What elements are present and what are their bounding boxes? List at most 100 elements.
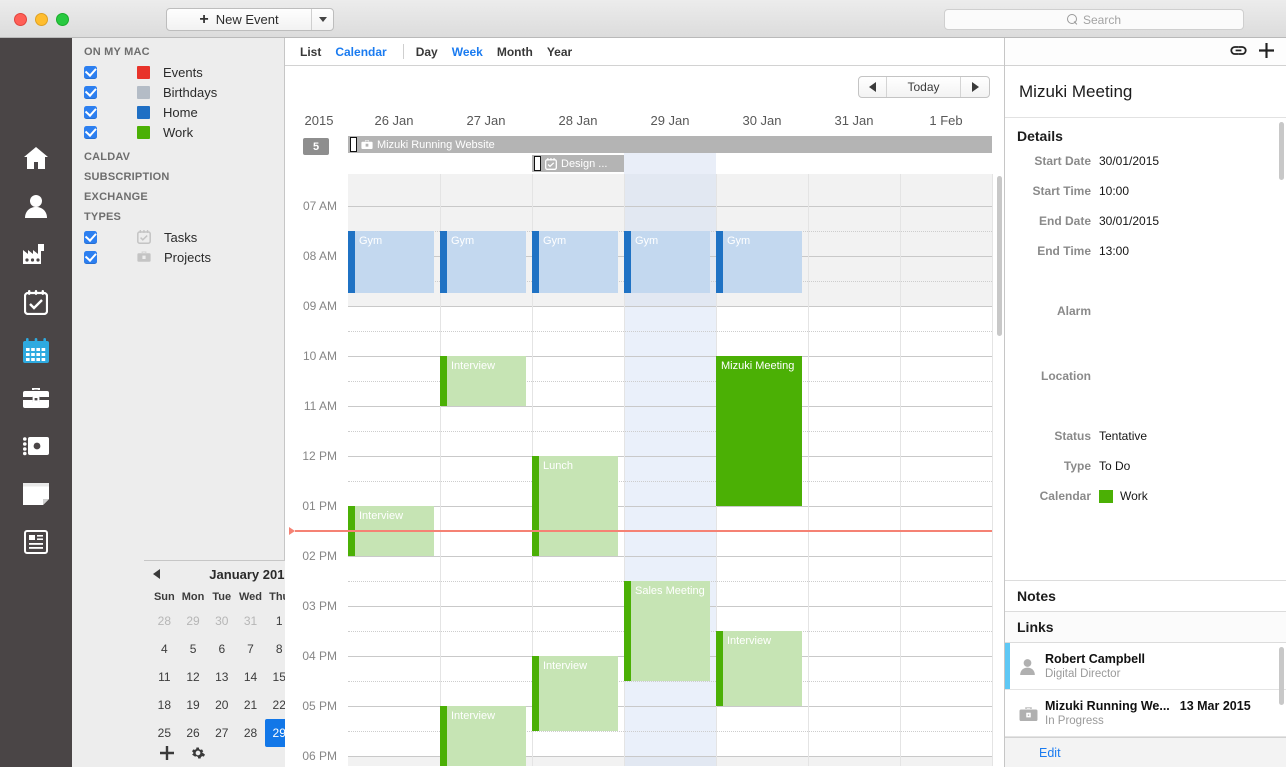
mini-calendar-day[interactable]: 18: [150, 691, 179, 719]
mini-calendar-day[interactable]: 13: [207, 663, 236, 691]
field-value[interactable]: Tentative: [1099, 429, 1147, 443]
mini-calendar-day[interactable]: 30: [207, 607, 236, 635]
allday-event-design[interactable]: Design ...: [532, 155, 624, 172]
day-header-3[interactable]: 29 Jan: [624, 113, 716, 128]
sidebar-item-projects[interactable]: Projects: [72, 247, 284, 267]
link-row-project[interactable]: Mizuki Running We... 13 Mar 2015 In Prog…: [1005, 690, 1286, 737]
rail-item-invoices[interactable]: [0, 422, 72, 470]
tab-calendar[interactable]: Calendar: [335, 45, 400, 59]
event-drag-handle[interactable]: [534, 156, 541, 171]
mini-calendar-day[interactable]: 14: [236, 663, 265, 691]
tab-week[interactable]: Week: [452, 45, 497, 59]
allday-event-mizuki-running-website[interactable]: Mizuki Running Website: [348, 136, 992, 153]
event-interview[interactable]: Interview: [716, 631, 802, 706]
day-header-0[interactable]: 26 Jan: [348, 113, 440, 128]
checkbox-projects[interactable]: [84, 250, 97, 264]
edit-button[interactable]: Edit: [1039, 746, 1061, 760]
inspector-scrollbar[interactable]: [1279, 122, 1284, 180]
event-mizuki-meeting-selected[interactable]: Mizuki Meeting: [716, 356, 802, 506]
search-input[interactable]: Search: [944, 9, 1244, 30]
close-button[interactable]: [14, 13, 27, 26]
calendar-scrollbar[interactable]: [997, 176, 1002, 336]
day-header-1[interactable]: 27 Jan: [440, 113, 532, 128]
sidebar-group-header-subscription[interactable]: SUBSCRIPTION: [72, 167, 284, 187]
mini-calendar-day[interactable]: 29: [179, 607, 208, 635]
rail-item-reports[interactable]: [0, 518, 72, 566]
new-event-button[interactable]: + New Event: [167, 9, 311, 30]
event-interview[interactable]: Interview: [440, 356, 526, 406]
new-event-button-group[interactable]: + New Event: [166, 8, 334, 31]
event-gym[interactable]: Gym: [532, 231, 618, 293]
notes-section-header[interactable]: Notes: [1005, 580, 1286, 612]
next-week-button[interactable]: [961, 77, 989, 97]
event-drag-handle[interactable]: [350, 137, 357, 152]
event-gym[interactable]: Gym: [716, 231, 802, 293]
new-event-dropdown-button[interactable]: [311, 9, 333, 30]
mini-calendar-day[interactable]: 20: [207, 691, 236, 719]
checkbox-home[interactable]: [84, 105, 97, 119]
sidebar-group-header-caldav[interactable]: CALDAV: [72, 147, 284, 167]
day-header-2[interactable]: 28 Jan: [532, 113, 624, 128]
event-gym[interactable]: Gym: [624, 231, 710, 293]
mini-calendar-prev-button[interactable]: [153, 569, 160, 581]
links-scrollbar[interactable]: [1279, 647, 1284, 705]
sidebar-item-events[interactable]: Events: [72, 62, 284, 82]
mini-calendar-day[interactable]: 12: [179, 663, 208, 691]
mini-calendar-day[interactable]: 28: [150, 607, 179, 635]
event-sales-meeting[interactable]: Sales Meeting: [624, 581, 710, 681]
add-link-button[interactable]: [1259, 42, 1274, 61]
maximize-button[interactable]: [56, 13, 69, 26]
field-value[interactable]: 10:00: [1099, 184, 1129, 198]
mini-calendar-day[interactable]: 6: [207, 635, 236, 663]
tab-list[interactable]: List: [300, 45, 335, 59]
checkbox-birthdays[interactable]: [84, 85, 97, 99]
tab-year[interactable]: Year: [547, 45, 586, 59]
link-icon[interactable]: [1230, 44, 1247, 60]
time-grid[interactable]: 07 AM 08 AM 09 AM 10 AM 11 AM 12 PM 01 P…: [285, 174, 1004, 766]
checkbox-events[interactable]: [84, 65, 97, 79]
rail-item-calendar[interactable]: [0, 326, 72, 374]
minimize-button[interactable]: [35, 13, 48, 26]
checkbox-work[interactable]: [84, 125, 97, 139]
mini-calendar-day[interactable]: 7: [236, 635, 265, 663]
rail-item-tasks[interactable]: [0, 278, 72, 326]
sidebar-group-header-types[interactable]: TYPES: [72, 207, 284, 227]
rail-item-home[interactable]: [0, 134, 72, 182]
sidebar-item-home[interactable]: Home: [72, 102, 284, 122]
field-value[interactable]: 30/01/2015: [1099, 154, 1159, 168]
field-value[interactable]: 13:00: [1099, 244, 1129, 258]
today-button[interactable]: Today: [887, 77, 961, 97]
mini-calendar-day[interactable]: 31: [236, 607, 265, 635]
link-row-contact[interactable]: Robert Campbell Digital Director: [1005, 643, 1286, 690]
field-value[interactable]: 30/01/2015: [1099, 214, 1159, 228]
day-header-5[interactable]: 31 Jan: [808, 113, 900, 128]
event-interview[interactable]: Interview: [532, 656, 618, 731]
sidebar-item-work[interactable]: Work: [72, 122, 284, 142]
rail-item-projects[interactable]: [0, 374, 72, 422]
calendar-settings-button[interactable]: [191, 746, 205, 763]
sidebar-item-tasks[interactable]: Tasks: [72, 227, 284, 247]
prev-week-button[interactable]: [859, 77, 887, 97]
mini-calendar-day[interactable]: 21: [236, 691, 265, 719]
mini-calendar-day[interactable]: 4: [150, 635, 179, 663]
rail-item-contacts[interactable]: [0, 182, 72, 230]
field-value[interactable]: To Do: [1099, 459, 1130, 473]
event-lunch[interactable]: Lunch: [532, 456, 618, 556]
tab-day[interactable]: Day: [416, 45, 452, 59]
mini-calendar-day[interactable]: 11: [150, 663, 179, 691]
links-section-header[interactable]: Links: [1005, 612, 1286, 643]
tab-month[interactable]: Month: [497, 45, 547, 59]
event-interview[interactable]: Interview: [440, 706, 526, 766]
sidebar-group-header-exchange[interactable]: EXCHANGE: [72, 187, 284, 207]
rail-item-notes[interactable]: [0, 470, 72, 518]
event-gym[interactable]: Gym: [440, 231, 526, 293]
day-header-4[interactable]: 30 Jan: [716, 113, 808, 128]
day-header-6[interactable]: 1 Feb: [900, 113, 992, 128]
checkbox-tasks[interactable]: [84, 230, 97, 244]
rail-item-companies[interactable]: [0, 230, 72, 278]
mini-calendar-day[interactable]: 19: [179, 691, 208, 719]
field-value-group[interactable]: Work: [1099, 489, 1148, 503]
mini-calendar-day[interactable]: 5: [179, 635, 208, 663]
sidebar-item-birthdays[interactable]: Birthdays: [72, 82, 284, 102]
add-calendar-button[interactable]: [160, 745, 174, 763]
